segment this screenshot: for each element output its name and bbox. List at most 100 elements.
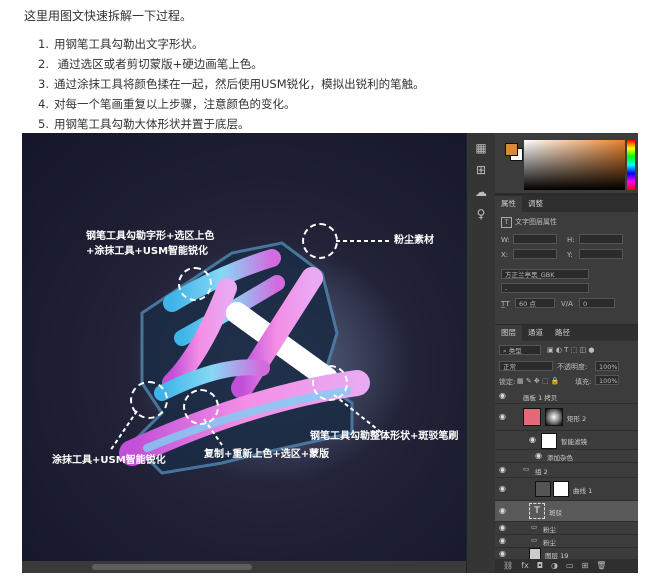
visibility-eye-icon[interactable]: ◉ <box>499 484 506 493</box>
trash-icon[interactable]: 🗑 <box>596 561 606 570</box>
opacity-field[interactable]: 100% <box>595 361 619 371</box>
folder-icon[interactable]: ▭ <box>566 561 574 570</box>
properties-panel: 属性 调整 T 文字图层属性 W: H: X: Y: 方正兰亭黑_GBK - T̲T… <box>495 196 638 324</box>
tab-properties[interactable]: 属性 <box>495 196 522 212</box>
tracking-icon: V/A <box>561 300 573 308</box>
opacity-label: 不透明度: <box>557 363 588 371</box>
layer-name: 添加杂色 <box>547 454 573 462</box>
blend-mode-select[interactable]: 正常 <box>499 361 553 371</box>
visibility-eye-icon[interactable]: ◉ <box>499 412 506 421</box>
layer-row-rectangle[interactable]: ◉ 矩形 2 <box>495 404 638 431</box>
horizontal-scrollbar[interactable] <box>22 561 466 573</box>
layer-row-group-2[interactable]: ◉ ▭ 组 2 <box>495 463 638 478</box>
layer-name: 粉尘 <box>543 526 556 534</box>
learn-icon[interactable]: ♀ <box>472 205 490 223</box>
width-field[interactable] <box>513 234 557 244</box>
visibility-eye-icon[interactable]: ◉ <box>499 523 506 532</box>
annotation-pen-selection: 钢笔工具勾勒字形+选区上色 +涂抹工具+USM智能锐化 <box>86 231 215 257</box>
scrollbar-thumb[interactable] <box>92 564 252 570</box>
callout-circle-left <box>130 381 168 419</box>
fx-icon[interactable]: fx <box>521 561 529 570</box>
layers-bottom-bar: ⛓ fx ◘ ◑ ▭ ⊞ 🗑 <box>495 559 638 573</box>
visibility-eye-icon[interactable]: ◉ <box>499 549 506 558</box>
visibility-eye-icon[interactable]: ◉ <box>499 465 506 474</box>
tab-channels[interactable]: 通道 <box>522 325 549 341</box>
annotation-copy-recolor: 复制+重新上色+选区+蒙版 <box>204 449 330 460</box>
font-family-select[interactable]: 方正兰亭黑_GBK <box>501 269 589 279</box>
swatches-icon[interactable]: ⊞ <box>472 161 490 179</box>
hue-slider[interactable] <box>627 140 635 190</box>
panel-tool-strip: ▦ ⊞ ☁ ♀ <box>466 133 495 573</box>
x-label: X: <box>501 251 509 259</box>
layer-row-dust-2[interactable]: ◉ ▭ 粉尘 <box>495 535 638 548</box>
mask-icon[interactable]: ◘ <box>537 561 543 570</box>
font-size-field[interactable]: 60 点 <box>515 298 555 308</box>
fill-label: 填充: <box>575 378 592 386</box>
properties-tabs: 属性 调整 <box>495 196 638 212</box>
tab-layers[interactable]: 图层 <box>495 325 522 341</box>
annotation-dust: 粉尘素材 <box>394 235 434 246</box>
color-picker-field[interactable] <box>524 140 625 190</box>
layer-name: 斑驳 <box>549 509 562 517</box>
steps-list: 1. 用钢笔工具勾勒出文字形状。 2. 通过选区或者剪切蒙版+硬边画笔上色。 3.… <box>38 34 425 134</box>
layer-name: 组 2 <box>535 468 548 476</box>
callout-circle-top <box>178 267 212 301</box>
font-style-select[interactable]: - <box>501 283 589 293</box>
height-field[interactable] <box>579 234 623 244</box>
annotation-outline: 钢笔工具勾勒整体形状+斑驳笔刷 <box>310 431 459 442</box>
layer-filter-select[interactable]: ⌕ 类型 <box>499 345 541 355</box>
callout-circle-dust <box>302 223 338 259</box>
callout-circle-copy <box>183 389 219 425</box>
step-item: 5. 用钢笔工具勾勒大体形状并置于底层。 <box>38 117 250 131</box>
step-item: 3. 通过涂抹工具将颜色揉在一起，然后使用USM锐化，模拟出锐利的笔触。 <box>38 77 425 91</box>
step-item: 1. 用钢笔工具勾勒出文字形状。 <box>38 37 204 51</box>
h-label: H: <box>567 236 575 244</box>
layer-row-mottled-selected[interactable]: ◉ T 斑驳 <box>495 501 638 522</box>
artwork-svg <box>109 240 412 483</box>
libraries-icon[interactable]: ☁ <box>472 183 490 201</box>
step-item: 2. 通过选区或者剪切蒙版+硬边画笔上色。 <box>38 57 263 71</box>
link-icon[interactable]: ⛓ <box>503 561 513 570</box>
layer-name: 粉尘 <box>543 539 556 547</box>
step-item: 4. 对每一个笔画重复以上步骤，注意颜色的变化。 <box>38 97 296 111</box>
foreground-color-swatch[interactable] <box>505 143 518 156</box>
text-layer-thumbnail: T <box>529 503 545 519</box>
intro-text: 这里用图文快速拆解一下过程。 <box>24 9 193 23</box>
layer-row-dust-1[interactable]: ◉ ▭ 粉尘 <box>495 522 638 535</box>
layer-row-smart-filters[interactable]: ◉ 智能滤镜 <box>495 431 638 450</box>
tab-adjustments[interactable]: 调整 <box>522 196 549 212</box>
curves-adjustment-icon <box>535 481 551 497</box>
layer-name: 矩形 2 <box>567 415 587 423</box>
visibility-eye-icon[interactable]: ◉ <box>499 506 506 515</box>
x-field[interactable] <box>513 249 557 259</box>
layer-name: 曲线 1 <box>573 487 593 495</box>
visibility-eye-icon[interactable]: ◉ <box>499 536 506 545</box>
folder-icon: ▭ <box>523 465 530 473</box>
y-field[interactable] <box>579 249 623 259</box>
visibility-eye-icon[interactable]: ◉ <box>535 451 542 460</box>
font-size-icon: T̲T <box>501 300 510 308</box>
fill-field[interactable]: 100% <box>595 375 619 385</box>
filter-icons: ▣ ◐ T ⬚ ◫ ● <box>547 346 595 354</box>
layer-type-row: T 文字图层属性 <box>501 217 557 228</box>
visibility-eye-icon[interactable]: ◉ <box>499 391 506 400</box>
smart-filter-thumbnail <box>541 433 557 449</box>
new-layer-icon[interactable]: ⊞ <box>582 561 589 570</box>
y-label: Y: <box>567 251 573 259</box>
adjustment-icon[interactable]: ◑ <box>551 561 558 570</box>
tab-paths[interactable]: 路径 <box>549 325 576 341</box>
w-label: W: <box>501 236 510 244</box>
layer-row-curves-1[interactable]: ◉ 曲线 1 <box>495 478 638 501</box>
color-panel-icon[interactable]: ▦ <box>472 139 490 157</box>
callout-circle-outline <box>312 365 348 401</box>
layer-name: 智能滤镜 <box>561 438 587 446</box>
visibility-eye-icon[interactable]: ◉ <box>529 435 536 444</box>
tracking-field[interactable]: 0 <box>579 298 615 308</box>
layer-name: 画板 1 拷贝 <box>523 394 558 402</box>
layer-mask-thumbnail <box>553 481 569 497</box>
layers-panel: 图层 通道 路径 ⌕ 类型 ▣ ◐ T ⬚ ◫ ● 正常 不透明度: 100% 锁定… <box>495 325 638 573</box>
text-layer-icon: T <box>501 217 512 228</box>
annotation-smudge-usm: 涂抹工具+USM智能锐化 <box>52 455 166 466</box>
layer-row-add-noise[interactable]: ◉ 添加杂色 <box>495 450 638 463</box>
layer-row-artboard[interactable]: ◉ 画板 1 拷贝 <box>495 389 638 404</box>
